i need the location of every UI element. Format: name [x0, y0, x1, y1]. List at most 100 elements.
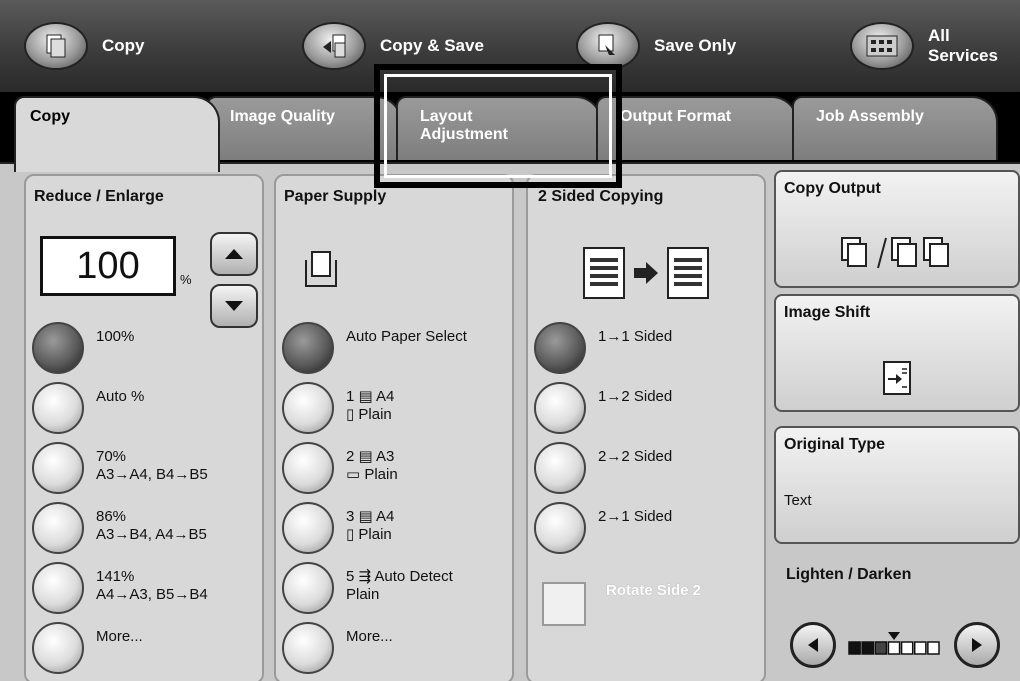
tab-job-assembly-label: Job Assembly [816, 108, 924, 125]
tab-copy[interactable]: Copy [14, 96, 220, 172]
option-86[interactable]: 86% A3→B4, A4→B5 [32, 502, 207, 560]
option-label: Auto Paper Select [346, 328, 467, 345]
radio-button[interactable] [32, 322, 84, 374]
increase-button[interactable] [210, 232, 258, 276]
original-type-title: Original Type [784, 436, 886, 453]
collate-icon [841, 237, 949, 269]
service-copy-button[interactable]: Copy [24, 14, 145, 78]
option-label: 70% A3→A4, B4→B5 [96, 448, 208, 483]
reduce-enlarge-value[interactable]: 100 [40, 236, 176, 296]
service-save-only-label: Save Only [654, 36, 737, 55]
copy-output-button[interactable]: Copy Output [774, 170, 1020, 288]
paper-option-tray1[interactable]: 1 ▤ A4 ▯ Plain [282, 382, 394, 440]
option-label: 3 ▤ A4 ▯ Plain [346, 508, 395, 543]
paper-supply-title: Paper Supply [284, 188, 387, 205]
option-label: 2→2 Sided [598, 448, 673, 465]
lighten-darken-title: Lighten / Darken [786, 566, 912, 583]
image-shift-icon [883, 361, 911, 395]
radio-button[interactable] [282, 562, 334, 614]
sided-2-2[interactable]: 2→2 Sided [534, 442, 672, 500]
main-panel: Reduce / Enlarge 100 % 100% Auto % 70% A… [0, 162, 1020, 681]
lighten-button[interactable] [790, 622, 836, 668]
paper-option-auto[interactable]: Auto Paper Select [282, 322, 467, 380]
option-label: 1→1 Sided [598, 328, 673, 345]
option-70[interactable]: 70% A3→A4, B4→B5 [32, 442, 208, 500]
radio-button[interactable] [534, 442, 586, 494]
arrow-up-icon [225, 249, 243, 259]
save-only-icon [576, 22, 640, 70]
decrease-button[interactable] [210, 284, 258, 328]
tab-output-format[interactable]: Output Format [596, 96, 798, 160]
arrow-down-icon [225, 301, 243, 311]
option-141[interactable]: 141% A4→A3, B5→B4 [32, 562, 208, 620]
original-type-value: Text [784, 492, 812, 509]
option-label: 2 ▤ A3 ▭ Plain [346, 448, 398, 483]
image-shift-title: Image Shift [784, 304, 871, 321]
tab-output-format-label: Output Format [620, 108, 732, 125]
radio-button[interactable] [282, 442, 334, 494]
option-label: 86% A3→B4, A4→B5 [96, 508, 207, 543]
rotate-side-2-label: Rotate Side 2 [606, 582, 702, 599]
radio-button[interactable] [534, 502, 586, 554]
option-label: Auto % [96, 388, 145, 405]
radio-button[interactable] [282, 622, 334, 674]
paper-option-tray3[interactable]: 3 ▤ A4 ▯ Plain [282, 502, 394, 560]
reduce-enlarge-title: Reduce / Enlarge [34, 188, 164, 205]
option-label: 100% [96, 328, 135, 345]
copy-icon [24, 22, 88, 70]
arrow-left-icon [808, 638, 818, 652]
tab-copy-label: Copy [30, 108, 70, 125]
service-all-services-label: All Services [928, 26, 998, 65]
original-type-button[interactable]: Original Type Text [774, 426, 1020, 544]
radio-button[interactable] [32, 562, 84, 614]
paper-option-tray2[interactable]: 2 ▤ A3 ▭ Plain [282, 442, 398, 500]
radio-button[interactable] [32, 442, 84, 494]
arrow-right-icon [972, 638, 982, 652]
image-shift-button[interactable]: Image Shift [774, 294, 1020, 412]
highlight-frame [374, 64, 622, 188]
service-copy-label: Copy [102, 36, 145, 55]
radio-button[interactable] [282, 382, 334, 434]
option-label: More... [346, 628, 393, 645]
duplex-icon [583, 247, 709, 299]
two-sided-group: 2 Sided Copying 1→1 Sided 1→2 Sided 2→2 … [526, 174, 766, 681]
tab-image-quality[interactable]: Image Quality [206, 96, 402, 160]
option-100[interactable]: 100% [32, 322, 134, 380]
option-label: 5 ⇶ Auto Detect Plain [346, 568, 453, 603]
service-all-services-button[interactable]: All Services [850, 14, 998, 78]
option-label: 141% A4→A3, B5→B4 [96, 568, 208, 603]
service-copy-save-label: Copy & Save [380, 36, 484, 55]
option-label: More... [96, 628, 143, 645]
tab-image-quality-label: Image Quality [230, 108, 335, 125]
sided-1-2[interactable]: 1→2 Sided [534, 382, 672, 440]
paper-tray-icon [305, 251, 337, 287]
radio-button[interactable] [534, 322, 586, 374]
paper-option-more[interactable]: More... [282, 622, 393, 680]
sided-1-1[interactable]: 1→1 Sided [534, 322, 672, 380]
option-more[interactable]: More... [32, 622, 143, 680]
all-services-icon [850, 22, 914, 70]
paper-option-tray5[interactable]: 5 ⇶ Auto Detect Plain [282, 562, 453, 620]
rotate-side-2-checkbox[interactable] [542, 582, 586, 626]
two-sided-title: 2 Sided Copying [538, 188, 664, 205]
radio-button[interactable] [282, 502, 334, 554]
radio-button[interactable] [32, 382, 84, 434]
tab-job-assembly[interactable]: Job Assembly [792, 96, 998, 160]
percent-unit: % [180, 272, 192, 287]
lighten-darken-level-bar [848, 632, 940, 656]
copier-screen: Copy Copy & Save Save Only All Services … [0, 0, 1020, 681]
copy-output-title: Copy Output [784, 180, 881, 197]
option-auto-percent[interactable]: Auto % [32, 382, 144, 440]
copy-save-icon [302, 22, 366, 70]
radio-button[interactable] [32, 502, 84, 554]
radio-button[interactable] [282, 322, 334, 374]
option-label: 1→2 Sided [598, 388, 673, 405]
option-label: 2→1 Sided [598, 508, 673, 525]
reduce-enlarge-group: Reduce / Enlarge 100 % 100% Auto % 70% A… [24, 174, 264, 681]
radio-button[interactable] [534, 382, 586, 434]
paper-supply-group: Paper Supply Auto Paper Select 1 ▤ A4 ▯ … [274, 174, 514, 681]
radio-button[interactable] [32, 622, 84, 674]
sided-2-1[interactable]: 2→1 Sided [534, 502, 672, 560]
darken-button[interactable] [954, 622, 1000, 668]
option-label: 1 ▤ A4 ▯ Plain [346, 388, 395, 423]
